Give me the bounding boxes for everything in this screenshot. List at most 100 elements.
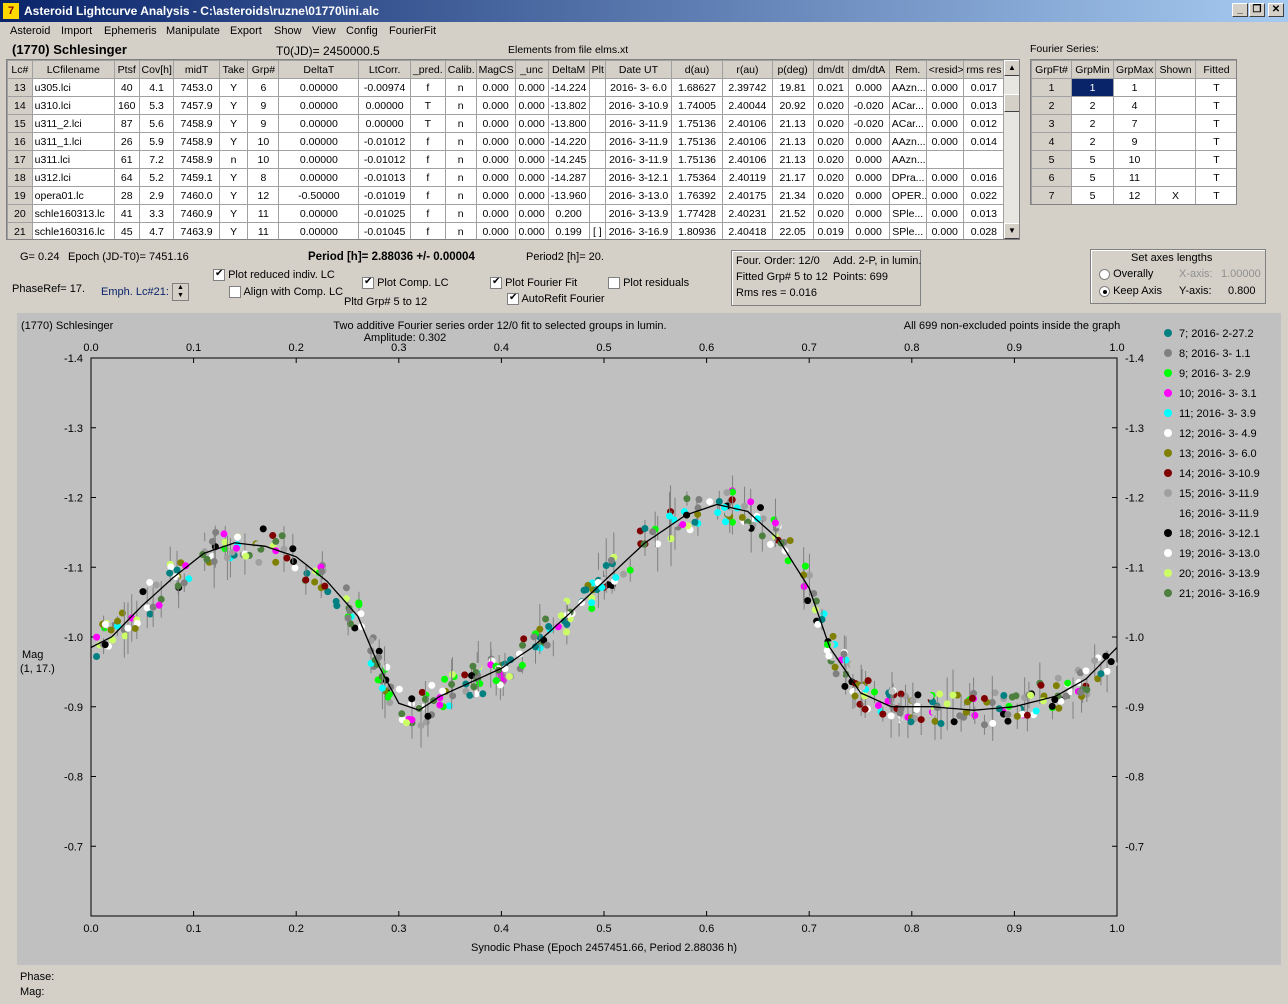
lc-cell[interactable]: f	[409, 168, 446, 187]
lc-cell[interactable]: 0.000	[475, 114, 516, 133]
keep-axis-radio[interactable]: Keep Axis	[1099, 285, 1162, 297]
lc-cell[interactable]: 0.199	[547, 222, 590, 239]
lc-cell[interactable]: 13	[7, 78, 33, 97]
lc-col-header[interactable]: midT	[173, 60, 220, 79]
fourier-cell[interactable]: 5	[1071, 150, 1114, 169]
lc-cell[interactable]: 0.020	[812, 96, 849, 115]
lc-cell[interactable]: 21.13	[771, 150, 814, 169]
lc-cell[interactable]: 2.40106	[722, 132, 773, 151]
fourier-table-row[interactable]: 111T	[1031, 78, 1236, 97]
menu-config[interactable]: Config	[346, 25, 378, 37]
plot-panel[interactable]: (1770) Schlesinger Two additive Fourier …	[17, 313, 1281, 965]
lc-cell[interactable]: DPra...	[888, 168, 927, 187]
lc-cell[interactable]: 15	[7, 114, 33, 133]
lc-cell[interactable]: 0.000	[514, 96, 549, 115]
fourier-cell[interactable]: 4	[1031, 132, 1072, 151]
lc-cell[interactable]: T	[409, 114, 446, 133]
lc-cell[interactable]: 21.13	[771, 132, 814, 151]
lc-cell[interactable]	[588, 114, 607, 133]
lc-cell[interactable]: 41	[113, 204, 140, 223]
fourier-cell[interactable]: 5	[1071, 168, 1114, 187]
lc-cell[interactable]: 2016- 3-13.9	[605, 204, 672, 223]
lc-cell[interactable]: 0.000	[847, 132, 890, 151]
lc-cell[interactable]: f	[409, 222, 446, 239]
lc-col-header[interactable]: LCfilename	[31, 60, 115, 79]
lc-cell[interactable]: 0.000	[847, 150, 890, 169]
lc-cell[interactable]: 0.000	[514, 132, 549, 151]
lc-cell[interactable]: u311_2.lci	[31, 114, 115, 133]
lc-cell[interactable]: 4.7	[138, 222, 175, 239]
lc-cell[interactable]: n	[444, 186, 477, 205]
lc-col-header[interactable]: Calib.	[444, 60, 477, 79]
lc-cell[interactable]: 0.013	[962, 96, 1006, 115]
xaxis-input[interactable]: 1.00000	[1221, 268, 1261, 280]
lc-cell[interactable]: 5.9	[138, 132, 175, 151]
lc-col-header[interactable]: rms res	[962, 60, 1006, 79]
lc-cell[interactable]: 2016- 3-10.9	[605, 96, 672, 115]
fourier-cell[interactable]	[1155, 78, 1196, 97]
lc-cell[interactable]: Y	[218, 222, 249, 239]
lc-cell[interactable]: u305.lci	[31, 78, 115, 97]
lc-cell[interactable]: -13.802	[547, 96, 590, 115]
lc-cell[interactable]: 5.3	[138, 96, 175, 115]
fourier-cell[interactable]: 2	[1071, 96, 1114, 115]
menu-asteroid[interactable]: Asteroid	[10, 25, 50, 37]
lc-cell[interactable]: n	[444, 150, 477, 169]
maximize-button[interactable]: ❐	[1249, 3, 1265, 17]
fourier-cell[interactable]: 1	[1113, 78, 1156, 97]
fourier-cell[interactable]: 4	[1113, 96, 1156, 115]
lc-cell[interactable]: 28	[113, 186, 140, 205]
lc-cell[interactable]: -0.01012	[358, 132, 411, 151]
lc-cell[interactable]: T	[409, 96, 446, 115]
fourier-cell[interactable]: T	[1195, 96, 1236, 115]
lc-cell[interactable]: u310.lci	[31, 96, 115, 115]
lc-cell[interactable]: 22.05	[771, 222, 814, 239]
lc-cell[interactable]: 7458.9	[173, 150, 220, 169]
lc-cell[interactable]: 0.000	[514, 186, 549, 205]
lc-cell[interactable]: 7.2	[138, 150, 175, 169]
lc-cell[interactable]: AAzn...	[888, 132, 927, 151]
lc-cell[interactable]: 87	[113, 114, 140, 133]
lc-col-header[interactable]: <resid>	[925, 60, 964, 79]
fourier-cell[interactable]: 6	[1031, 168, 1072, 187]
lc-cell[interactable]: 0.000	[925, 186, 964, 205]
lc-cell[interactable]: 40	[113, 78, 140, 97]
lc-table-row[interactable]: 19 opera01.lc 28 2.9 7460.0 Y 12 -0.50000 -0.010…	[7, 186, 1006, 205]
lc-cell[interactable]: 26	[113, 132, 140, 151]
fourier-table-row[interactable]: 5 5 10 T	[1031, 150, 1236, 169]
lc-cell[interactable]: 64	[113, 168, 140, 187]
lc-cell[interactable]: -0.50000	[278, 186, 360, 205]
lc-cell[interactable]: 0.013	[962, 204, 1006, 223]
fourier-cell[interactable]: 3	[1031, 114, 1072, 133]
lc-cell[interactable]: n	[444, 204, 477, 223]
lc-cell[interactable]: 1.77428	[670, 204, 724, 223]
lc-col-header[interactable]: Lc#	[7, 60, 33, 79]
lc-cell[interactable]: 0.019	[812, 222, 849, 239]
lc-table-row[interactable]: 15 u311_2.lci 87 5.6 7458.9 Y 9 0.00000 0.00000 T…	[7, 114, 1006, 133]
lc-col-header[interactable]: d(au)	[670, 60, 724, 79]
lc-cell[interactable]: 7458.9	[173, 132, 220, 151]
lc-cell[interactable]: 19.81	[771, 78, 814, 97]
lc-cell[interactable]: 0.00000	[278, 96, 360, 115]
fourier-table-row[interactable]: 7 5 12 X T	[1031, 186, 1236, 204]
lc-cell[interactable]: -0.01019	[358, 186, 411, 205]
lc-cell[interactable]: SPle...	[888, 222, 927, 239]
fourier-cell[interactable]: T	[1195, 114, 1236, 133]
lc-cell[interactable]: Y	[218, 132, 249, 151]
lc-col-header[interactable]: Plt	[588, 60, 607, 79]
lc-cell[interactable]: 6	[247, 78, 280, 97]
lc-cell[interactable]: -13.800	[547, 114, 590, 133]
lc-cell[interactable]: -0.01013	[358, 168, 411, 187]
lc-col-header[interactable]: Ptsf	[113, 60, 140, 79]
lc-cell[interactable]: 2.40044	[722, 96, 773, 115]
fourier-cell[interactable]: 2	[1071, 132, 1114, 151]
lc-cell[interactable]: -0.020	[847, 96, 890, 115]
lc-cell[interactable]: f	[409, 78, 446, 97]
fourier-cell[interactable]: 5	[1071, 186, 1114, 204]
lc-cell[interactable]: 0.000	[847, 222, 890, 239]
lc-cell[interactable]: 21.13	[771, 114, 814, 133]
lc-cell[interactable]: 0.00000	[278, 150, 360, 169]
lc-cell[interactable]: 0.000	[514, 114, 549, 133]
lc-cell[interactable]: 0.000	[514, 168, 549, 187]
lc-cell[interactable]: 0.00000	[358, 96, 411, 115]
